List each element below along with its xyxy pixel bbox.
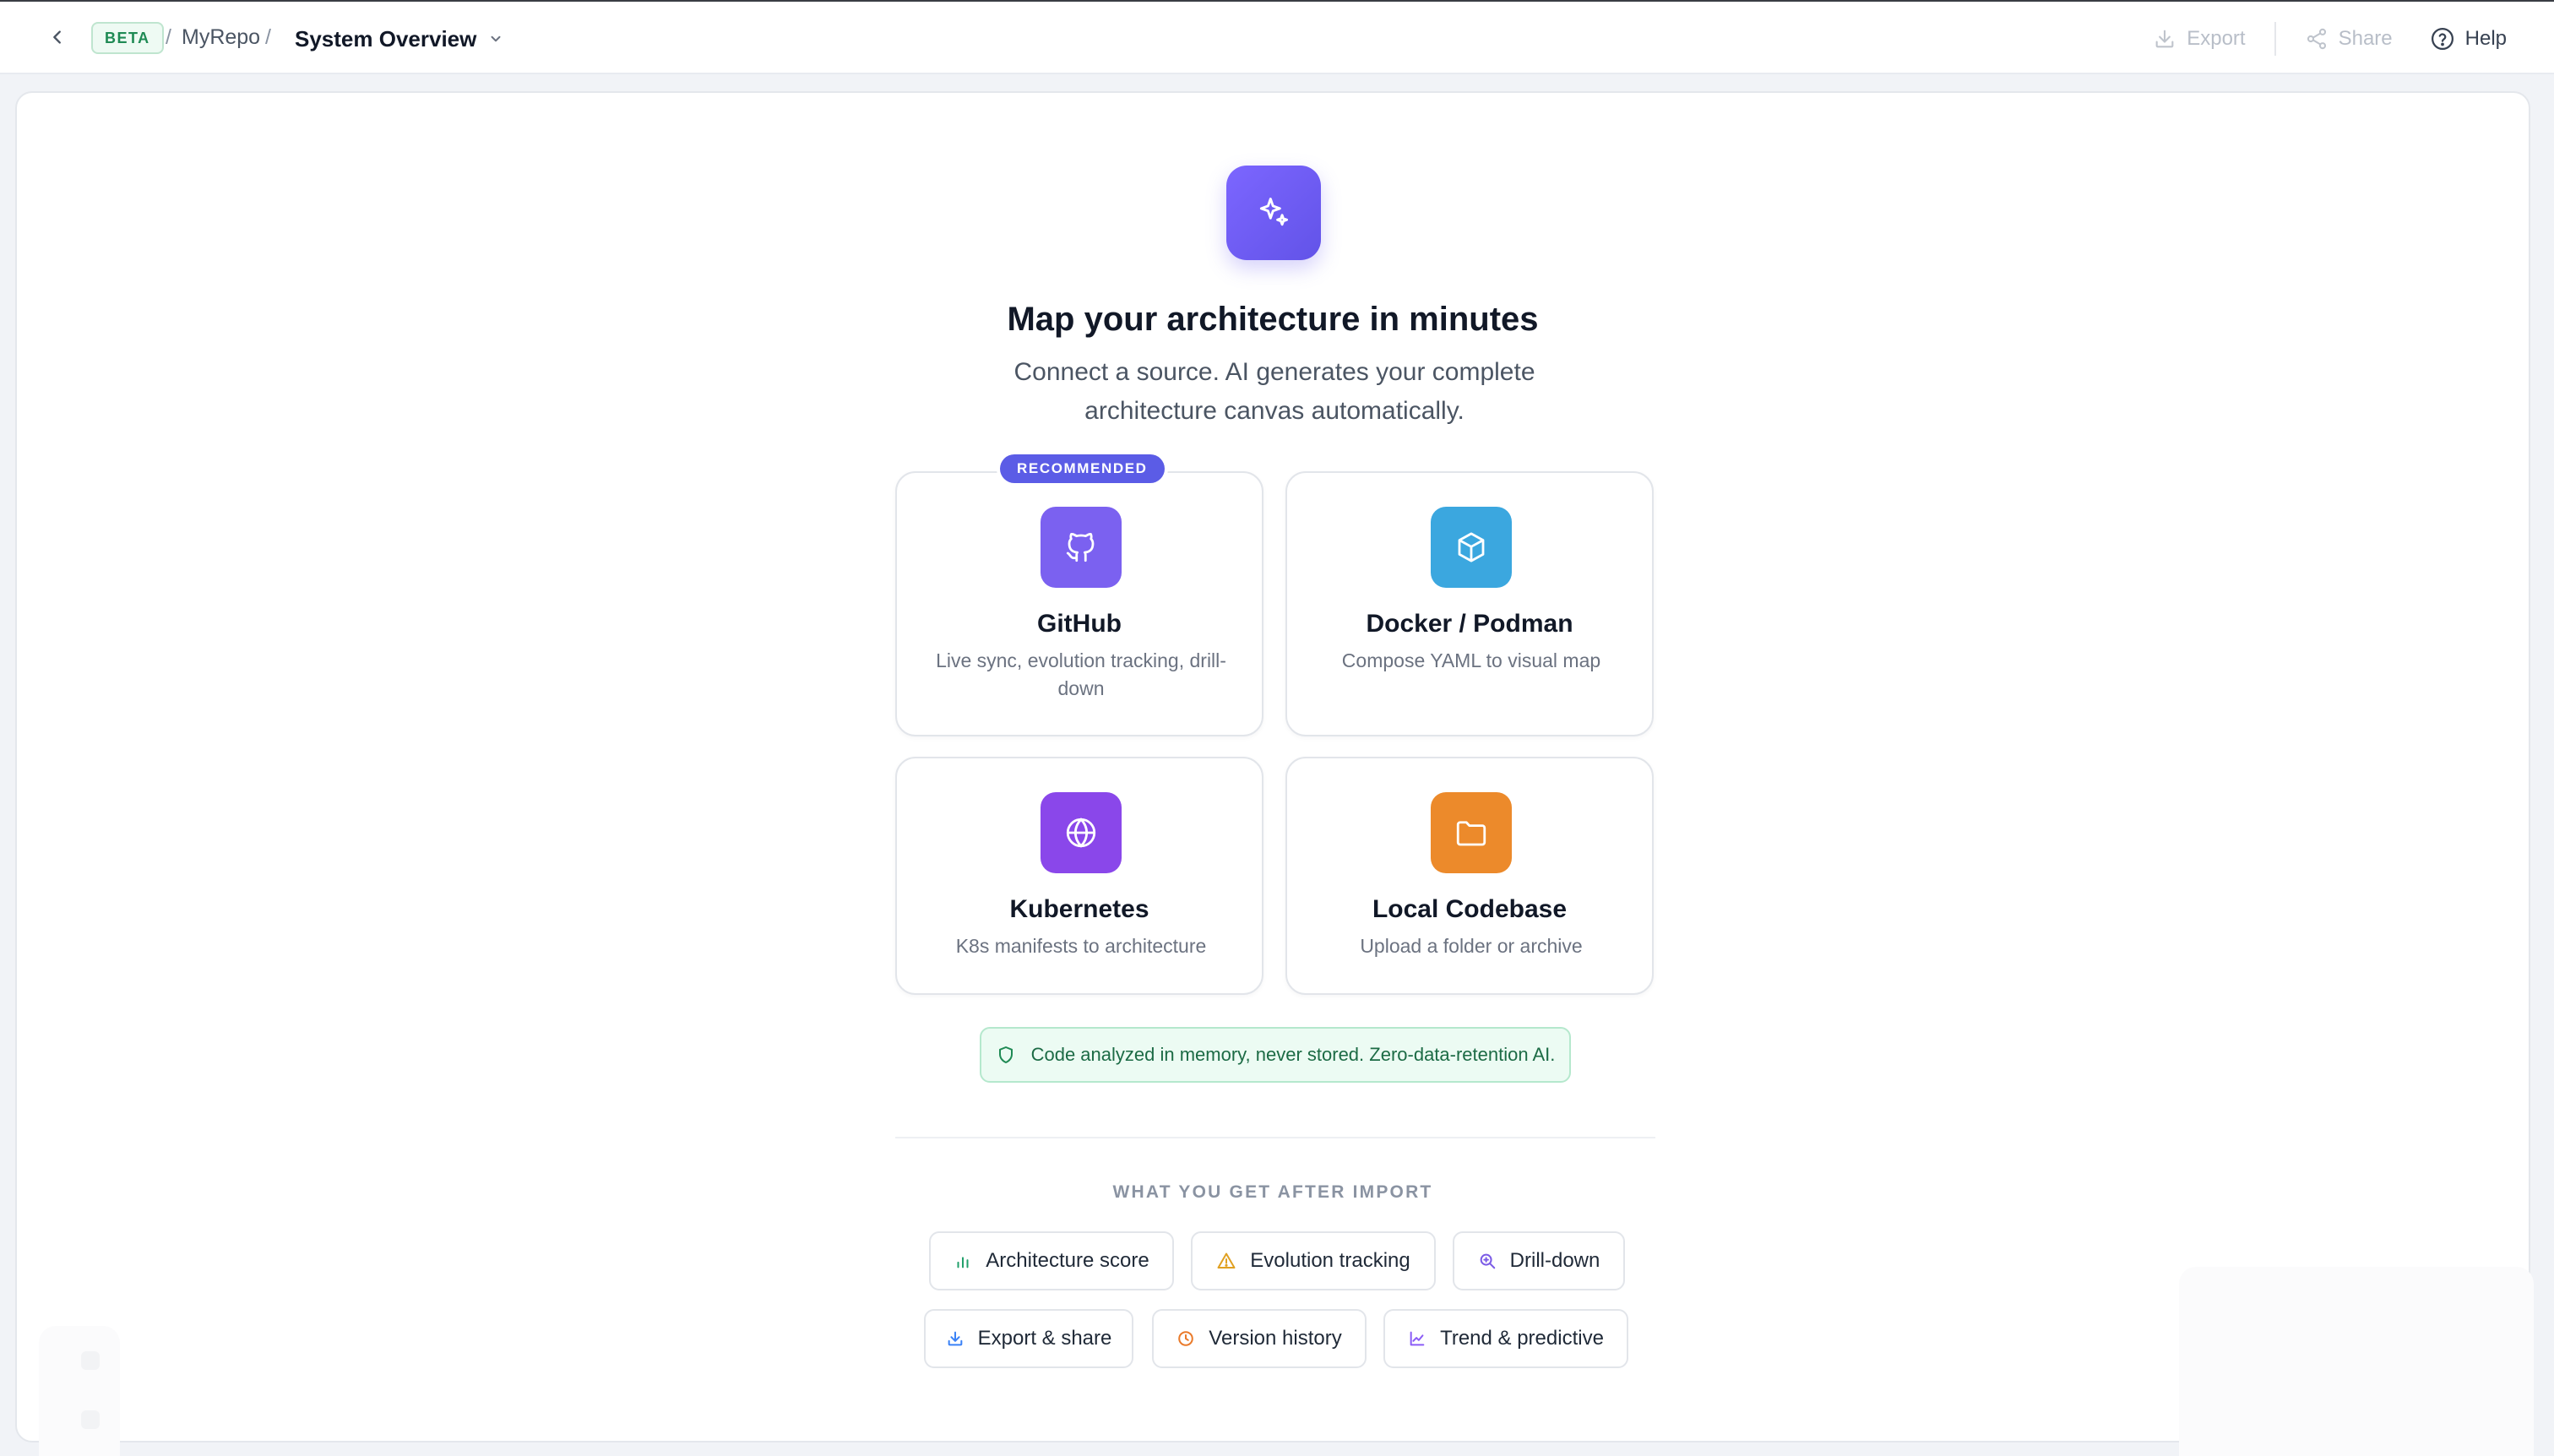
shield-icon [998, 1046, 1013, 1063]
source-card-description: Compose YAML to visual map [1341, 649, 1601, 671]
feature-chip-architecture-score: Architecture score [929, 1231, 1174, 1290]
warning-triangle-icon [1217, 1252, 1236, 1269]
feature-chip-evolution-tracking: Evolution tracking [1191, 1231, 1436, 1290]
github-icon [1066, 532, 1095, 562]
faded-side-rail [39, 1326, 120, 1456]
github-icon-tile [1041, 507, 1122, 588]
hero-icon-tile [1226, 166, 1321, 260]
feature-chip-drill-down: Drill-down [1453, 1231, 1625, 1290]
onboarding-panel: Map your architecture in minutes Connect… [15, 91, 2534, 1456]
feature-chip-trend-predictive: Trend & predictive [1383, 1309, 1628, 1368]
breadcrumb-separator: / [265, 25, 271, 49]
bar-chart-icon [957, 1257, 969, 1269]
feature-chip-label: Architecture score [986, 1249, 1149, 1272]
globe-icon [1066, 818, 1096, 848]
faded-minimap [2179, 1267, 2534, 1456]
section-divider [895, 1137, 1655, 1138]
top-bar: BETA / MyRepo / System Overview Export S… [0, 2, 2554, 74]
back-button[interactable] [44, 24, 71, 51]
faded-rail-item [81, 1410, 100, 1429]
beta-badge: BETA [91, 22, 164, 54]
feature-chip-export-share: Export & share [924, 1309, 1133, 1368]
recommended-badge: RECOMMENDED [1000, 454, 1165, 483]
local-codebase-icon-tile [1431, 792, 1512, 873]
source-card-title: Docker / Podman [1366, 610, 1573, 638]
kubernetes-icon-tile [1041, 792, 1122, 873]
source-card-github[interactable]: GitHub Live sync, evolution tracking, dr… [895, 471, 1263, 736]
page-title: Map your architecture in minutes [1007, 301, 1539, 338]
source-card-description: Upload a folder or archive [1360, 935, 1583, 957]
features-heading: WHAT YOU GET AFTER IMPORT [1112, 1182, 1433, 1202]
chevron-left-icon [53, 30, 61, 44]
box-icon [1458, 532, 1485, 562]
source-card-kubernetes[interactable]: Kubernetes K8s manifests to architecture [895, 757, 1263, 995]
breadcrumb-separator: / [166, 25, 171, 49]
line-chart-icon [1410, 1331, 1425, 1346]
download-icon [2155, 30, 2174, 48]
source-card-title: Kubernetes [1009, 895, 1149, 923]
feature-chip-label: Trend & predictive [1440, 1327, 1604, 1350]
docker-icon-tile [1431, 507, 1512, 588]
privacy-note: Code analyzed in memory, never stored. Z… [980, 1027, 1571, 1083]
export-button[interactable]: Export [2153, 27, 2246, 51]
page-subtitle: Connect a source. AI generates your comp… [1013, 358, 1535, 425]
feature-chip-label: Version history [1209, 1327, 1342, 1350]
faded-rail-item [81, 1351, 100, 1370]
source-card-title: Local Codebase [1372, 895, 1568, 923]
feature-chip-label: Drill-down [1509, 1249, 1600, 1272]
privacy-note-text: Code analyzed in memory, never stored. Z… [1030, 1044, 1556, 1065]
toolbar-divider [2274, 22, 2276, 56]
feature-chip-label: Evolution tracking [1250, 1249, 1410, 1272]
clock-icon [1178, 1331, 1194, 1346]
source-card-description: Live sync, evolution tracking, drill-dow… [936, 649, 1226, 699]
zoom-in-icon [1480, 1253, 1495, 1269]
sparkles-icon [1259, 198, 1289, 226]
download-icon [948, 1331, 962, 1346]
export-label: Export [2187, 27, 2246, 50]
help-button[interactable]: Help [2430, 26, 2507, 52]
breadcrumb-repo[interactable]: MyRepo [182, 25, 260, 50]
feature-chip-label: Export & share [977, 1327, 1112, 1350]
folder-icon [1456, 821, 1486, 846]
help-circle-icon [2431, 28, 2453, 50]
help-label: Help [2464, 27, 2507, 50]
source-card-description: K8s manifests to architecture [955, 935, 1207, 957]
share-icon [2307, 28, 2326, 50]
source-card-docker[interactable]: Docker / Podman Compose YAML to visual m… [1285, 471, 1654, 736]
chevron-down-icon [491, 35, 501, 42]
view-selector-label: System Overview [295, 25, 477, 52]
share-label: Share [2338, 27, 2393, 50]
source-card-title: GitHub [1037, 610, 1122, 638]
share-button[interactable]: Share [2305, 27, 2393, 51]
top-actions: Export Share Help [2153, 20, 2507, 57]
view-selector[interactable]: System Overview [295, 22, 503, 56]
feature-chip-version-history: Version history [1152, 1309, 1367, 1368]
source-card-local-codebase[interactable]: Local Codebase Upload a folder or archiv… [1285, 757, 1654, 995]
